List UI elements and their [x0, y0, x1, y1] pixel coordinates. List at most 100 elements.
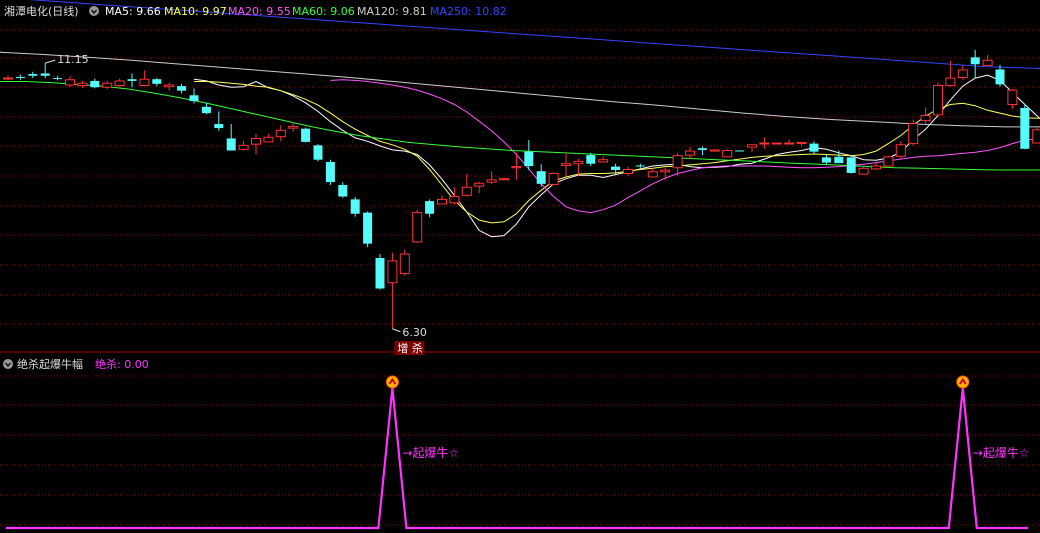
candle-body [412, 212, 423, 243]
candle-body [858, 167, 869, 175]
candle-body [15, 76, 25, 79]
panel-collapse-icon[interactable] [89, 6, 99, 16]
candle [363, 211, 373, 248]
candle-body [238, 144, 249, 150]
candle-body [214, 124, 224, 129]
candle-body [363, 212, 373, 244]
candle-body [796, 141, 807, 144]
candle-body [189, 95, 199, 102]
candle-body [127, 79, 137, 81]
candle-body [536, 171, 546, 184]
candle-body [982, 59, 993, 66]
candle-body [90, 80, 100, 88]
candle-body [226, 138, 236, 151]
sub-panel-header: 绝杀起爆牛幅 绝杀: 0.00 [3, 357, 149, 371]
candle-body [747, 144, 757, 148]
candle-body [933, 85, 943, 116]
candle-body [3, 77, 13, 80]
candle-body [561, 163, 571, 166]
candle-body [735, 150, 745, 152]
sub-panel-title: 绝杀起爆牛幅 [17, 357, 83, 371]
candle-body [759, 142, 770, 145]
signal-text: →起爆牛☆ [402, 445, 459, 460]
candle-body [301, 128, 311, 142]
candle [933, 82, 943, 118]
candle-body [908, 122, 919, 145]
candle [735, 150, 745, 152]
candle-body [846, 157, 856, 173]
candle-body [350, 199, 360, 214]
candle [908, 119, 919, 146]
candle-body [387, 260, 398, 284]
sub-panel-value: 绝杀: 0.00 [95, 357, 149, 371]
candle-body [152, 79, 162, 84]
candle-body [1020, 107, 1030, 149]
candle-body [263, 136, 274, 143]
rocket-icon [385, 375, 399, 389]
candle [325, 159, 335, 185]
stock-title: 湘潭电化(日线) [4, 4, 79, 18]
candle-body [375, 258, 385, 289]
candle [709, 149, 720, 152]
candle-body [325, 162, 335, 183]
candle-body [275, 129, 286, 138]
signal-badge: 增 杀 [394, 341, 425, 355]
candle-body [697, 148, 707, 150]
candle-body [164, 84, 175, 88]
candle-body [399, 253, 410, 275]
ma20-label: MA20: 9.55 [228, 5, 291, 18]
candle-body [251, 137, 261, 145]
candle [350, 197, 360, 217]
candle-body [1007, 89, 1018, 105]
candle-body [920, 114, 931, 122]
candle-body [722, 150, 733, 158]
candle-body [511, 166, 522, 169]
ma120-label: MA120: 9.81 [357, 5, 427, 18]
kline-chart[interactable]: 湘潭电化(日线) MA5: 9.66 MA10: 9.97 MA20: 9.55… [0, 0, 1040, 533]
candle-body [784, 142, 795, 145]
candle-body [28, 74, 38, 76]
candle-body [201, 106, 211, 114]
candle-body [598, 159, 609, 163]
candle [771, 142, 782, 145]
candle-body [102, 82, 113, 88]
candle-body [338, 185, 348, 197]
low-price-label: 6.30 [402, 326, 427, 339]
candle-body [809, 143, 819, 152]
signal-text: →起爆牛☆ [973, 445, 1030, 460]
candle-body [647, 171, 658, 178]
candle-body [573, 160, 584, 165]
candle-body [114, 80, 125, 87]
candle-body [486, 179, 497, 183]
candle-body [771, 142, 782, 145]
candle [1032, 126, 1040, 144]
candle-body [177, 86, 187, 91]
candle-body [139, 78, 150, 87]
candle-body [834, 156, 844, 164]
candle [883, 156, 894, 167]
candle-body [685, 150, 695, 156]
candle-body [40, 73, 50, 76]
candle-body [499, 178, 509, 181]
candle-body [548, 173, 559, 185]
candle-body [871, 165, 881, 170]
candle-body [635, 165, 645, 167]
rocket-icon [956, 375, 970, 389]
candle-body [709, 149, 720, 152]
rocket-icon-circle [385, 375, 399, 389]
sub-panel-collapse-icon[interactable] [3, 359, 13, 369]
candle-body [1032, 129, 1040, 144]
candle-body [524, 151, 534, 167]
high-price-label: 11.15 [57, 53, 88, 66]
signal-badge-text: 增 杀 [397, 341, 423, 355]
candle [412, 209, 423, 244]
ma5-label: MA5: 9.66 [105, 5, 161, 18]
candle-body [449, 196, 460, 204]
candle-body [586, 155, 596, 164]
candle-body [53, 78, 63, 80]
candle-body [623, 168, 633, 175]
candle [313, 144, 323, 162]
candle-body [611, 166, 621, 171]
candle-body [313, 145, 323, 160]
candle-body [945, 77, 956, 87]
